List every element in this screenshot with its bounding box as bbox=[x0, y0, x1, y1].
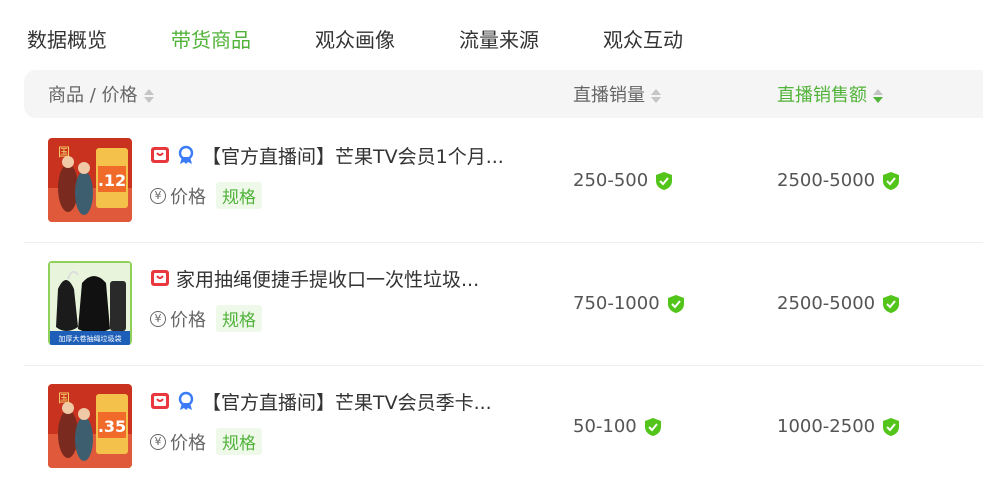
sales-amount-cell: 2500-5000 bbox=[777, 170, 900, 191]
tab-data-overview[interactable]: 数据概览 bbox=[27, 24, 107, 53]
svg-text:国: 国 bbox=[58, 145, 70, 159]
sort-icon bbox=[651, 88, 661, 104]
tab-traffic-source[interactable]: 流量来源 bbox=[459, 24, 539, 53]
sort-desc-icon bbox=[873, 88, 883, 104]
sales-amount-value: 1000-2500 bbox=[777, 416, 876, 437]
product-title-line: 家用抽绳便捷手提收口一次性垃圾... bbox=[150, 265, 479, 291]
sales-volume-cell: 250-500 bbox=[573, 170, 673, 191]
shop-bag-icon bbox=[150, 391, 170, 411]
header-sales-amount[interactable]: 直播销售额 bbox=[777, 81, 883, 107]
award-ribbon-icon bbox=[176, 391, 196, 411]
product-meta: ¥ 价格 规格 bbox=[150, 428, 262, 455]
product-title-line: 【官方直播间】芒果TV会员季卡... bbox=[150, 388, 492, 414]
product-title[interactable]: 【官方直播间】芒果TV会员季卡... bbox=[202, 388, 492, 415]
price-label: 价格 bbox=[170, 186, 206, 208]
tab-products[interactable]: 带货商品 bbox=[171, 24, 251, 53]
top-tabs: 数据概览 带货商品 观众画像 流量来源 观众互动 bbox=[0, 0, 983, 72]
verified-shield-icon bbox=[882, 171, 900, 191]
table-header: 商品 / 价格 直播销量 直播销售额 bbox=[24, 70, 983, 118]
sales-volume-cell: 50-100 bbox=[573, 416, 662, 437]
verified-shield-icon bbox=[644, 417, 662, 437]
price-label: 价格 bbox=[170, 432, 206, 454]
header-sales-volume-label: 直播销量 bbox=[573, 85, 645, 106]
yen-icon: ¥ bbox=[150, 310, 166, 327]
thumb-price-text: .12 bbox=[98, 171, 126, 190]
verified-shield-icon bbox=[882, 294, 900, 314]
price-label: 价格 bbox=[170, 309, 206, 331]
verified-shield-icon bbox=[667, 294, 685, 314]
product-thumbnail[interactable]: .35 国 bbox=[48, 384, 132, 468]
header-product-label: 商品 / 价格 bbox=[48, 85, 138, 106]
header-sales-volume[interactable]: 直播销量 bbox=[573, 81, 661, 107]
spec-button[interactable]: 规格 bbox=[216, 182, 262, 209]
spec-button[interactable]: 规格 bbox=[216, 428, 262, 455]
product-thumbnail[interactable]: .12 国 bbox=[48, 138, 132, 222]
shop-bag-icon bbox=[150, 145, 170, 165]
tab-audience-interaction[interactable]: 观众互动 bbox=[603, 24, 683, 53]
yen-icon: ¥ bbox=[150, 187, 166, 204]
product-thumbnail[interactable]: 加厚大卷抽绳垃圾袋 bbox=[48, 261, 132, 345]
sales-volume-value: 250-500 bbox=[573, 170, 649, 191]
sales-amount-cell: 2500-5000 bbox=[777, 293, 900, 314]
sales-volume-cell: 750-1000 bbox=[573, 293, 685, 314]
table-row[interactable]: .12 国 【官方直播间】芒果TV会员1个月... ¥ 价格 规格 250-50… bbox=[24, 120, 983, 242]
product-title-line: 【官方直播间】芒果TV会员1个月... bbox=[150, 142, 504, 168]
sales-amount-value: 2500-5000 bbox=[777, 293, 876, 314]
tab-audience-profile[interactable]: 观众画像 bbox=[315, 24, 395, 53]
header-sales-amount-label: 直播销售额 bbox=[777, 85, 867, 106]
thumb-price-text: .35 bbox=[98, 417, 126, 436]
thumb-caption-text: 加厚大卷抽绳垃圾袋 bbox=[59, 334, 122, 343]
svg-text:国: 国 bbox=[58, 391, 70, 405]
verified-shield-icon bbox=[655, 171, 673, 191]
product-meta: ¥ 价格 规格 bbox=[150, 305, 262, 332]
award-ribbon-icon bbox=[176, 145, 196, 165]
spec-button[interactable]: 规格 bbox=[216, 305, 262, 332]
yen-icon: ¥ bbox=[150, 433, 166, 450]
sales-amount-cell: 1000-2500 bbox=[777, 416, 900, 437]
table-row[interactable]: 加厚大卷抽绳垃圾袋 家用抽绳便捷手提收口一次性垃圾... ¥ 价格 规格 750… bbox=[24, 243, 983, 365]
product-meta: ¥ 价格 规格 bbox=[150, 182, 262, 209]
shop-bag-icon bbox=[150, 268, 170, 288]
product-title[interactable]: 【官方直播间】芒果TV会员1个月... bbox=[202, 142, 504, 169]
sales-volume-value: 50-100 bbox=[573, 416, 637, 437]
sales-volume-value: 750-1000 bbox=[573, 293, 660, 314]
verified-shield-icon bbox=[882, 417, 900, 437]
sales-amount-value: 2500-5000 bbox=[777, 170, 876, 191]
header-product-price[interactable]: 商品 / 价格 bbox=[48, 81, 154, 107]
product-title[interactable]: 家用抽绳便捷手提收口一次性垃圾... bbox=[176, 265, 479, 292]
table-row[interactable]: .35 国 【官方直播间】芒果TV会员季卡... ¥ 价格 规格 50-100 … bbox=[24, 366, 983, 488]
sort-icon bbox=[143, 88, 154, 104]
